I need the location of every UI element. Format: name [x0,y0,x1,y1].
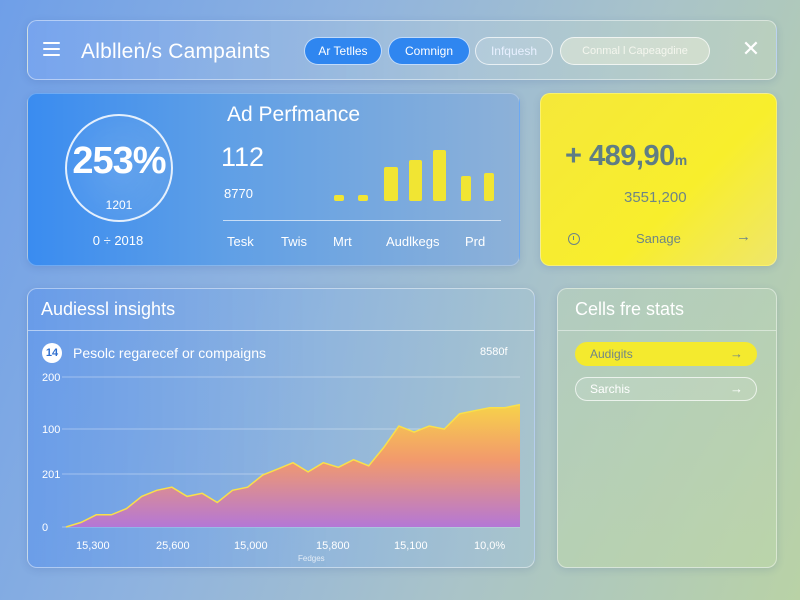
area-chart: 0 201 100 200 15,300 25,600 15,000 15,800 15,100… [42,372,521,563]
y-tick-label: 201 [42,469,60,481]
mini-bar [358,195,368,201]
arrow-right-icon[interactable]: → [736,228,751,245]
header-bar: Alblleṅ/s Campaints Ar Tetlles Comnign I… [27,20,777,80]
stats-item-audigits[interactable]: Audigits → [575,342,757,366]
ring-caption: 0 ÷ 2018 [92,233,144,248]
clock-icon [568,233,580,245]
tab-pill-2[interactable]: Infquesh [475,37,553,65]
x-tick-label: 25,600 [156,540,190,552]
manage-link[interactable]: Sanage [636,231,681,246]
tab-pill-0[interactable]: Ar Tetlles [304,37,382,65]
tab-pill-1[interactable]: Comnign [388,37,470,65]
arrow-right-icon: → [730,346,743,361]
bar-label: Twis [281,234,307,249]
stats-item-sarchis[interactable]: Sarchis → [575,377,757,401]
bar-label: Prd [465,234,486,249]
mini-bar [334,195,344,201]
mini-bar [433,150,446,201]
hamburger-menu-icon[interactable] [43,42,60,59]
y-tick-label: 0 [42,522,48,534]
cells-stats-card: Cells fre stats Audigits → Sarchis → [557,288,777,568]
stats-item-label: Sarchis [590,382,631,396]
y-tick-label: 100 [42,424,60,436]
cells-stats-title: Cells fre stats [575,299,685,319]
ad-performance-submetric: 8770 [224,186,253,201]
ad-performance-card: 253% 1201 0 ÷ 2018 Ad Perfmance 112 8770… [27,93,520,266]
x-tick-label: 15,100 [394,540,428,552]
percentage-ring: 253% 1201 [65,114,173,222]
bar-label: Tesk [227,234,254,249]
app-title: Alblleṅ/s Campaints [81,40,271,63]
arrow-right-icon: → [730,381,743,396]
audience-insights-card: Audiessl insights 14 Pesolc regarecef or… [27,288,535,568]
mini-bar [461,176,471,201]
stats-item-label: Audigits [590,347,633,361]
total-value: + 489,90m [565,140,687,173]
bar-chart-baseline [223,220,501,221]
mini-bar [384,167,398,201]
x-tick-label: 15,000 [234,540,268,552]
tab-pill-3[interactable]: Conmal l Capeagdine [560,37,710,65]
area-series [66,404,520,527]
x-axis-label: Fedges [298,554,325,563]
total-value-unit: m [674,152,687,168]
bar-label: Audlkegs [386,234,440,249]
x-tick-label: 15,300 [76,540,110,552]
ring-sub-value: 1201 [105,198,133,212]
x-tick-label: 15,800 [316,540,350,552]
total-sub-value: 3551,200 [624,189,687,206]
divider [558,330,776,331]
x-tick-label: 10,0% [474,540,505,552]
mini-bar [484,173,494,201]
mini-bar [409,160,422,201]
ring-value: 253% [72,140,166,182]
total-value-prefix: + [565,140,582,172]
ad-performance-title: Ad Perfmance [227,103,361,126]
ad-performance-metric: 112 [221,142,265,172]
total-value-number: 489,90 [589,140,675,172]
bar-label: Mrt [333,234,352,249]
total-card: + 489,90m 3551,200 Sanage → [540,93,777,266]
y-tick-label: 200 [42,372,60,384]
close-icon[interactable]: ✕ [740,36,762,62]
